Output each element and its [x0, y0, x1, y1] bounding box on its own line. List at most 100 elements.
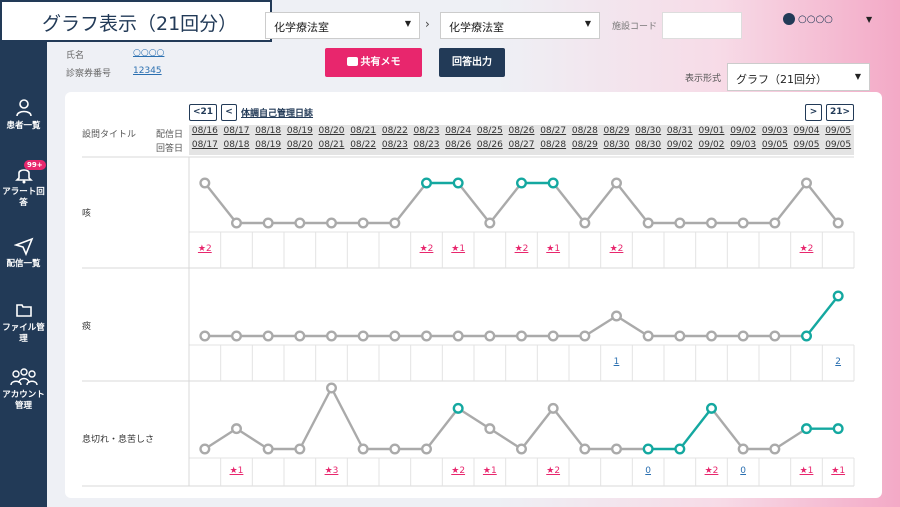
data-point — [389, 217, 401, 229]
answer-value-link[interactable]: ★3 — [316, 466, 348, 476]
data-point — [769, 330, 781, 342]
data-point — [737, 443, 749, 455]
data-point — [294, 330, 306, 342]
data-point — [706, 330, 718, 342]
data-point — [230, 330, 242, 342]
data-point — [230, 423, 242, 435]
data-point — [199, 330, 211, 342]
data-point — [230, 217, 242, 229]
answer-value-link[interactable]: 0 — [632, 466, 664, 476]
data-point — [199, 177, 211, 189]
data-point — [294, 217, 306, 229]
series-segment — [235, 427, 269, 451]
answer-value-link[interactable]: ★2 — [411, 244, 443, 254]
answer-value-link[interactable]: 2 — [822, 357, 854, 367]
data-point — [516, 177, 528, 189]
data-point — [357, 443, 369, 455]
data-point — [389, 330, 401, 342]
data-point — [832, 217, 844, 229]
series-segment — [425, 407, 460, 450]
data-point — [326, 217, 338, 229]
data-point — [769, 443, 781, 455]
data-point — [484, 330, 496, 342]
data-point — [262, 217, 274, 229]
answer-value-link[interactable]: ★2 — [189, 244, 221, 254]
data-point — [579, 217, 591, 229]
series-segment — [678, 407, 713, 450]
answer-value-link[interactable]: ★1 — [791, 466, 823, 476]
data-point — [769, 217, 781, 229]
answer-value-link[interactable]: 0 — [727, 466, 759, 476]
data-point — [452, 402, 464, 414]
data-point — [547, 402, 559, 414]
answer-value-link[interactable]: ★1 — [442, 244, 474, 254]
data-point — [642, 330, 654, 342]
series-segment — [457, 182, 491, 224]
series-segment — [204, 427, 238, 451]
answer-value-link[interactable]: ★1 — [474, 466, 506, 476]
data-point — [199, 443, 211, 455]
data-point — [611, 310, 623, 322]
data-point — [484, 423, 496, 435]
data-point — [674, 330, 686, 342]
data-point — [674, 217, 686, 229]
series-segment — [805, 182, 840, 224]
data-point — [421, 443, 433, 455]
data-point — [326, 382, 338, 394]
data-point — [801, 423, 813, 435]
data-point — [484, 217, 496, 229]
answer-value-link[interactable]: ★2 — [442, 466, 474, 476]
series-segment — [584, 314, 618, 338]
series-segment — [330, 387, 365, 450]
series-segment — [583, 182, 618, 224]
data-point — [832, 290, 844, 302]
data-point — [326, 330, 338, 342]
series-segment — [552, 182, 586, 224]
series-segment — [520, 407, 555, 450]
answer-value-link[interactable]: ★2 — [506, 244, 538, 254]
answer-value-link[interactable]: ★2 — [696, 466, 728, 476]
data-point — [262, 330, 274, 342]
series-segment — [805, 295, 840, 337]
data-point — [642, 443, 654, 455]
data-point — [452, 177, 464, 189]
data-point — [674, 443, 686, 455]
data-point — [357, 330, 369, 342]
data-point — [706, 402, 718, 414]
data-point — [389, 443, 401, 455]
answer-value-link[interactable]: ★1 — [221, 466, 253, 476]
data-point — [421, 177, 433, 189]
answer-value-link[interactable]: 1 — [601, 357, 633, 367]
data-point — [516, 443, 528, 455]
answer-value-link[interactable]: ★1 — [822, 466, 854, 476]
series-segment — [393, 182, 428, 224]
series-segment — [457, 407, 491, 430]
series-segment — [615, 314, 649, 338]
data-point — [294, 443, 306, 455]
series-segment — [552, 407, 586, 450]
data-point — [547, 330, 559, 342]
data-point — [642, 217, 654, 229]
data-point — [611, 443, 623, 455]
data-point — [516, 330, 528, 342]
data-point — [547, 177, 559, 189]
series-segment — [203, 182, 238, 224]
answer-value-link[interactable]: ★2 — [791, 244, 823, 254]
series-segment — [773, 182, 808, 224]
data-point — [801, 330, 813, 342]
data-point — [801, 177, 813, 189]
series-segment — [489, 427, 523, 451]
data-point — [611, 177, 623, 189]
answer-value-link[interactable]: ★2 — [601, 244, 633, 254]
series-segment — [488, 182, 523, 224]
answer-value-link[interactable]: ★1 — [537, 244, 569, 254]
data-point — [579, 330, 591, 342]
data-point — [357, 217, 369, 229]
data-point — [452, 330, 464, 342]
answer-value-link[interactable]: ★2 — [537, 466, 569, 476]
data-point — [579, 443, 591, 455]
series-segment — [774, 427, 808, 451]
data-point — [706, 217, 718, 229]
series-segment — [298, 387, 333, 450]
data-point — [737, 330, 749, 342]
